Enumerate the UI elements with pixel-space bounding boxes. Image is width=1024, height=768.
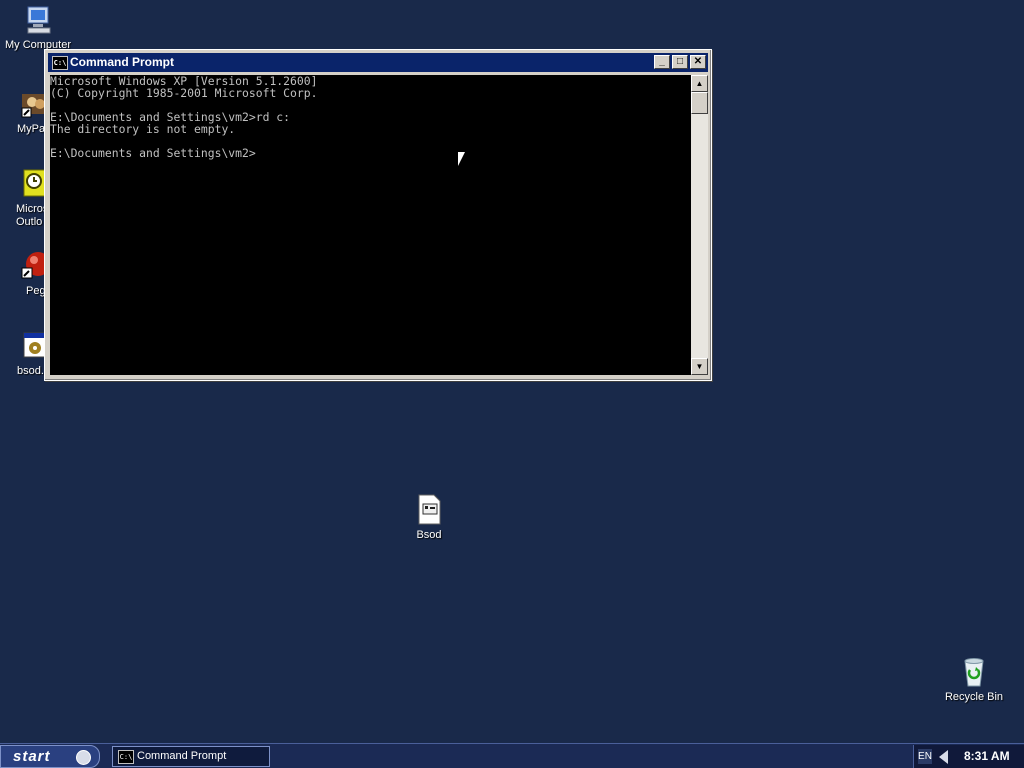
desktop-icon-bsod-file[interactable]: Bsod	[391, 494, 467, 542]
window-titlebar[interactable]: C:\ Command Prompt _ □ ✕	[48, 53, 708, 72]
clock[interactable]: 8:31 AM	[964, 745, 1010, 768]
system-tray: EN 8:31 AM	[913, 745, 1024, 768]
desktop-icon-label: Recycle Bin	[944, 691, 1004, 703]
show-hidden-icons-arrow-icon[interactable]	[939, 750, 948, 764]
close-button[interactable]: ✕	[690, 55, 706, 69]
console-output[interactable]: Microsoft Windows XP [Version 5.1.2600] …	[50, 75, 691, 375]
language-indicator[interactable]: EN	[918, 749, 932, 764]
taskbar-button-label: Command Prompt	[137, 750, 227, 762]
bsod-file-icon	[413, 494, 445, 526]
console-line: (C) Copyright 1985-2001 Microsoft Corp.	[50, 86, 318, 100]
command-prompt-window[interactable]: C:\ Command Prompt _ □ ✕ Microsoft Windo…	[44, 49, 712, 381]
minimize-button[interactable]: _	[654, 55, 670, 69]
console-line: The directory is not empty.	[50, 122, 236, 136]
window-title: Command Prompt	[70, 55, 175, 69]
taskbar: start C:\ Command Prompt EN 8:31 AM	[0, 743, 1024, 768]
maximize-button[interactable]: □	[672, 55, 688, 69]
my-computer-icon	[22, 4, 54, 36]
scroll-up-arrow-icon[interactable]: ▲	[691, 75, 708, 92]
desktop-icon-recycle-bin[interactable]: Recycle Bin	[936, 656, 1012, 704]
console-line: E:\Documents and Settings\vm2>	[50, 146, 256, 160]
vertical-scrollbar[interactable]: ▲ ▼	[691, 75, 708, 375]
cmd-icon: C:\	[52, 56, 68, 70]
start-label: start	[13, 748, 51, 765]
desktop-icon-label: Bsod	[416, 529, 442, 541]
taskbar-button-command-prompt[interactable]: C:\ Command Prompt	[112, 746, 270, 767]
cmd-icon: C:\	[118, 750, 134, 764]
scroll-down-arrow-icon[interactable]: ▼	[691, 358, 708, 375]
recycle-bin-icon	[958, 656, 990, 688]
mouse-pointer-icon	[458, 152, 465, 166]
start-orb-icon	[76, 750, 91, 765]
scrollbar-thumb[interactable]	[691, 92, 708, 114]
start-button[interactable]: start	[0, 745, 100, 768]
desktop-icon-my-computer[interactable]: My Computer	[0, 4, 76, 52]
